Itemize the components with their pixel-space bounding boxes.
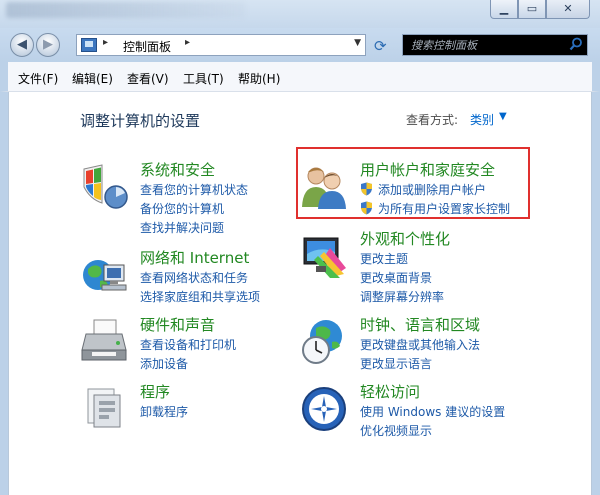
address-dropdown-icon[interactable]: ▼ [354, 38, 361, 48]
breadcrumb-separator-icon[interactable]: ▸ [103, 37, 108, 48]
view-by-label: 查看方式: [406, 113, 459, 127]
link-backup-computer[interactable]: 备份您的计算机 [140, 200, 224, 217]
ease-of-access-icon[interactable] [300, 385, 348, 433]
network-globe-icon[interactable] [80, 251, 128, 299]
maximize-button[interactable]: ▭ [518, 0, 546, 19]
page-title: 调整计算机的设置 [80, 112, 201, 130]
menu-help[interactable]: 帮助(H) [238, 70, 280, 87]
breadcrumb-control-panel[interactable]: 控制面板 [123, 38, 171, 55]
close-button[interactable]: ✕ [546, 0, 590, 19]
navigation-bar: ◀ ▶ ▸ 控制面板 ▸ ▼ ⟳ [0, 28, 600, 62]
category-title[interactable]: 网络和 Internet [140, 247, 249, 268]
link-devices-printers[interactable]: 查看设备和打印机 [140, 336, 236, 353]
window-border-left [0, 92, 8, 495]
breadcrumb-separator-icon[interactable]: ▸ [185, 37, 190, 48]
appearance-monitor-icon[interactable] [300, 232, 348, 280]
window-border-right [592, 92, 600, 495]
link-uninstall-program[interactable]: 卸载程序 [140, 403, 188, 420]
address-bar[interactable]: ▸ 控制面板 ▸ ▼ [76, 34, 366, 56]
menu-edit[interactable]: 编辑(E) [72, 70, 113, 87]
back-arrow-icon: ◀ [17, 37, 27, 52]
link-change-background[interactable]: 更改桌面背景 [360, 269, 432, 286]
category-title[interactable]: 时钟、语言和区域 [360, 314, 480, 335]
link-optimize-display[interactable]: 优化视频显示 [360, 422, 432, 439]
link-screen-resolution[interactable]: 调整屏幕分辨率 [360, 288, 444, 305]
window-title-blur [6, 2, 246, 18]
category-title[interactable]: 轻松访问 [360, 381, 420, 402]
category-title[interactable]: 外观和个性化 [360, 228, 450, 249]
menu-bar: 文件(F) 编辑(E) 查看(V) 工具(T) 帮助(H) [0, 62, 600, 92]
maximize-icon: ▭ [526, 2, 538, 15]
refresh-icon[interactable]: ⟳ [374, 37, 387, 55]
back-button[interactable]: ◀ [10, 33, 34, 57]
category-title[interactable]: 程序 [140, 381, 170, 402]
control-panel-icon [81, 38, 97, 52]
minimize-button[interactable]: ▁ [490, 0, 518, 19]
category-title[interactable]: 系统和安全 [140, 159, 215, 180]
link-homegroup-sharing[interactable]: 选择家庭组和共享选项 [140, 288, 260, 305]
search-icon[interactable] [569, 37, 583, 51]
link-troubleshoot[interactable]: 查找并解决问题 [140, 219, 224, 236]
link-change-keyboard[interactable]: 更改键盘或其他输入法 [360, 336, 480, 353]
link-view-computer-status[interactable]: 查看您的计算机状态 [140, 181, 248, 198]
link-network-status[interactable]: 查看网络状态和任务 [140, 269, 248, 286]
close-icon: ✕ [563, 2, 573, 15]
menu-file[interactable]: 文件(F) [18, 70, 58, 87]
link-recommended-settings[interactable]: 使用 Windows 建议的设置 [360, 403, 505, 420]
programs-icon[interactable] [80, 385, 128, 433]
shield-icon[interactable] [80, 163, 128, 211]
red-highlight-box [296, 147, 530, 219]
search-box[interactable] [402, 34, 588, 56]
view-by-dropdown[interactable]: 类别 [470, 111, 494, 128]
title-bar: ▁ ▭ ✕ [0, 0, 600, 28]
minimize-icon: ▁ [499, 2, 509, 15]
printer-icon[interactable] [80, 318, 128, 366]
link-change-display-language[interactable]: 更改显示语言 [360, 355, 432, 372]
search-input[interactable] [403, 35, 563, 55]
category-title[interactable]: 硬件和声音 [140, 314, 215, 335]
forward-button[interactable]: ▶ [36, 33, 60, 57]
forward-arrow-icon: ▶ [43, 37, 53, 52]
window-controls: ▁ ▭ ✕ [490, 0, 590, 19]
link-change-theme[interactable]: 更改主题 [360, 250, 408, 267]
menu-view[interactable]: 查看(V) [127, 70, 169, 87]
clock-globe-icon[interactable] [300, 318, 348, 366]
link-add-device[interactable]: 添加设备 [140, 355, 188, 372]
menu-tools[interactable]: 工具(T) [183, 70, 224, 87]
view-by-chevron-icon[interactable]: ▼ [499, 111, 507, 122]
